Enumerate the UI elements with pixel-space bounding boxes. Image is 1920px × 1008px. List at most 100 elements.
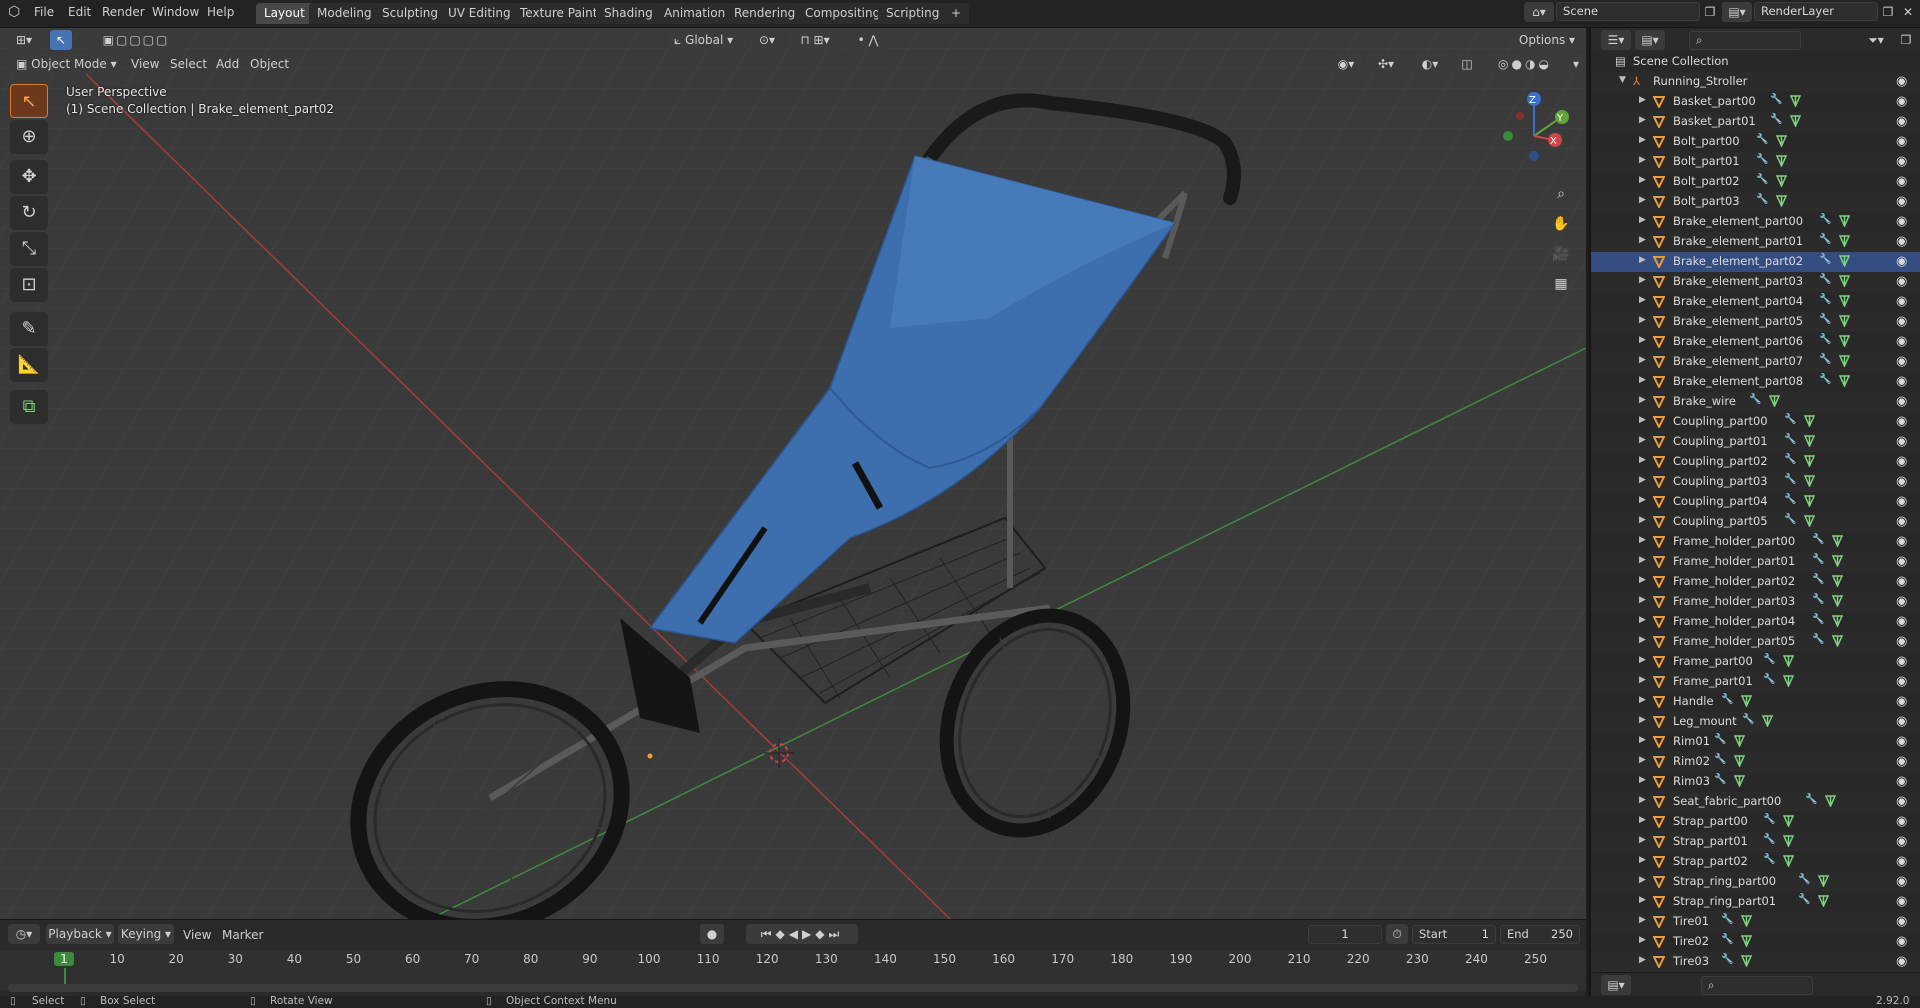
expand-arrow-icon[interactable]: ▶ (1639, 455, 1646, 465)
mesh-data-icon[interactable] (1776, 195, 1787, 207)
eye-icon[interactable]: ◉ (1896, 334, 1907, 349)
mesh-data-icon[interactable] (1839, 235, 1850, 247)
eye-icon[interactable]: ◉ (1896, 914, 1907, 929)
expand-arrow-icon[interactable]: ▶ (1639, 135, 1646, 145)
expand-arrow-icon[interactable]: ▶ (1639, 775, 1646, 785)
modifier-wrench-icon[interactable]: 🔧 (1714, 734, 1726, 745)
perspective-toggle-icon[interactable]: ▦ (1548, 271, 1574, 297)
view-layer-browse-icon[interactable]: ▤▾ (1722, 2, 1752, 22)
eye-icon[interactable]: ◉ (1896, 894, 1907, 909)
outliner-item[interactable]: ▶ Rim01 🔧 ◉ (1591, 732, 1920, 752)
viewport-canvas[interactable]: Z Y X (0, 28, 1586, 919)
expand-arrow-icon[interactable]: ▶ (1639, 115, 1646, 125)
mesh-data-icon[interactable] (1734, 735, 1745, 747)
outliner-item[interactable]: ▶ Rim02 🔧 ◉ (1591, 752, 1920, 772)
modifier-wrench-icon[interactable]: 🔧 (1749, 394, 1761, 405)
modifier-wrench-icon[interactable]: 🔧 (1819, 274, 1831, 285)
modifier-wrench-icon[interactable]: 🔧 (1812, 594, 1824, 605)
expand-arrow-icon[interactable]: ▶ (1639, 195, 1646, 205)
mesh-data-icon[interactable] (1832, 595, 1843, 607)
modifier-wrench-icon[interactable]: 🔧 (1721, 954, 1733, 965)
mesh-data-icon[interactable] (1734, 755, 1745, 767)
tab-scripting[interactable]: Scripting (878, 3, 948, 24)
modifier-wrench-icon[interactable]: 🔧 (1763, 814, 1775, 825)
zoom-icon[interactable]: ⌕ (1548, 181, 1574, 207)
modifier-wrench-icon[interactable]: 🔧 (1784, 474, 1796, 485)
outliner-item[interactable]: ▶ Frame_holder_part03 🔧 ◉ (1591, 592, 1920, 612)
modifier-wrench-icon[interactable]: 🔧 (1819, 254, 1831, 265)
tab-texture-paint[interactable]: Texture Paint (512, 3, 606, 24)
outliner-item[interactable]: ▶ Bolt_part03 🔧 ◉ (1591, 192, 1920, 212)
modifier-wrench-icon[interactable]: 🔧 (1763, 834, 1775, 845)
eye-icon[interactable]: ◉ (1896, 274, 1907, 289)
modifier-wrench-icon[interactable]: 🔧 (1819, 354, 1831, 365)
mesh-data-icon[interactable] (1783, 855, 1794, 867)
expand-arrow-icon[interactable]: ▶ (1639, 815, 1646, 825)
mesh-data-icon[interactable] (1804, 455, 1815, 467)
eye-icon[interactable]: ◉ (1896, 594, 1907, 609)
outliner-item[interactable]: ▶ Tire03 🔧 ◉ (1591, 952, 1920, 972)
mesh-data-icon[interactable] (1783, 835, 1794, 847)
outliner-editor-type-icon[interactable]: ☰▾ (1601, 30, 1631, 50)
menu-help[interactable]: Help (207, 0, 234, 24)
shading-options-icon[interactable]: ▾ (1568, 54, 1584, 74)
timeline-editor-type-icon[interactable]: ◷▾ (8, 924, 40, 944)
eye-icon[interactable]: ◉ (1896, 414, 1907, 429)
eye-icon[interactable]: ◉ (1896, 194, 1907, 209)
properties-search-input[interactable]: ⌕ (1701, 976, 1813, 995)
menu-add[interactable]: Add (216, 54, 239, 74)
outliner-item[interactable]: ▶ Strap_ring_part00 🔧 ◉ (1591, 872, 1920, 892)
mesh-data-icon[interactable] (1734, 775, 1745, 787)
new-collection-icon[interactable]: ❐ (1895, 30, 1917, 50)
expand-arrow-icon[interactable]: ▶ (1639, 855, 1646, 865)
mesh-data-icon[interactable] (1783, 815, 1794, 827)
tab-rendering[interactable]: Rendering (726, 3, 804, 24)
mesh-data-icon[interactable] (1839, 255, 1850, 267)
scale-tool-icon[interactable]: ⤡ (10, 232, 48, 266)
mesh-data-icon[interactable] (1790, 115, 1801, 127)
modifier-wrench-icon[interactable]: 🔧 (1819, 374, 1831, 385)
outliner-item[interactable]: ▶ Coupling_part05 🔧 ◉ (1591, 512, 1920, 532)
mesh-data-icon[interactable] (1839, 295, 1850, 307)
eye-icon[interactable]: ◉ (1896, 834, 1907, 849)
eye-icon[interactable]: ◉ (1896, 554, 1907, 569)
eye-icon[interactable]: ◉ (1896, 474, 1907, 489)
mesh-data-icon[interactable] (1832, 555, 1843, 567)
add-workspace-button[interactable]: + (943, 3, 970, 24)
move-tool-icon[interactable]: ✥ (10, 160, 48, 194)
visibility-filter-icon[interactable]: ◉▾ (1330, 54, 1362, 74)
eye-icon[interactable]: ◉ (1896, 754, 1907, 769)
mesh-data-icon[interactable] (1790, 95, 1801, 107)
mesh-data-icon[interactable] (1762, 715, 1773, 727)
expand-arrow-icon[interactable]: ▶ (1639, 795, 1646, 805)
modifier-wrench-icon[interactable]: 🔧 (1819, 334, 1831, 345)
outliner-item[interactable]: ▶ Frame_part01 🔧 ◉ (1591, 672, 1920, 692)
object-mode-dropdown[interactable]: ▣ Object Mode ▾ (10, 54, 118, 74)
pivot-point-icon[interactable]: ⊙▾ (752, 30, 782, 50)
expand-arrow-icon[interactable]: ▶ (1639, 375, 1646, 385)
mesh-data-icon[interactable] (1832, 635, 1843, 647)
mesh-data-icon[interactable] (1804, 495, 1815, 507)
expand-arrow-icon[interactable]: ▶ (1639, 95, 1646, 105)
eye-icon[interactable]: ◉ (1896, 574, 1907, 589)
preview-range-icon[interactable]: ⏱ (1386, 924, 1408, 944)
outliner-item[interactable]: ▶ Strap_part01 🔧 ◉ (1591, 832, 1920, 852)
transform-orientation-dropdown[interactable]: ⟀ Global ▾ (668, 30, 746, 50)
modifier-wrench-icon[interactable]: 🔧 (1812, 574, 1824, 585)
expand-arrow-icon[interactable]: ▶ (1639, 315, 1646, 325)
timeline-menu-view[interactable]: View (183, 923, 211, 947)
expand-arrow-icon[interactable]: ▶ (1639, 515, 1646, 525)
outliner-scene-collection[interactable]: ▤ Scene Collection (1591, 52, 1920, 72)
eye-icon[interactable]: ◉ (1896, 454, 1907, 469)
outliner-item[interactable]: ▶ Strap_part00 🔧 ◉ (1591, 812, 1920, 832)
eye-icon[interactable]: ◉ (1896, 954, 1907, 969)
expand-arrow-icon[interactable]: ▶ (1639, 495, 1646, 505)
mesh-data-icon[interactable] (1832, 535, 1843, 547)
measure-tool-icon[interactable]: 📐 (10, 348, 48, 382)
menu-select[interactable]: Select (170, 54, 207, 74)
expand-arrow-icon[interactable]: ▶ (1639, 695, 1646, 705)
outliner-item[interactable]: ▶ Frame_holder_part00 🔧 ◉ (1591, 532, 1920, 552)
modifier-wrench-icon[interactable]: 🔧 (1798, 894, 1810, 905)
outliner-item[interactable]: ▶ Coupling_part00 🔧 ◉ (1591, 412, 1920, 432)
expand-arrow-icon[interactable]: ▶ (1639, 755, 1646, 765)
